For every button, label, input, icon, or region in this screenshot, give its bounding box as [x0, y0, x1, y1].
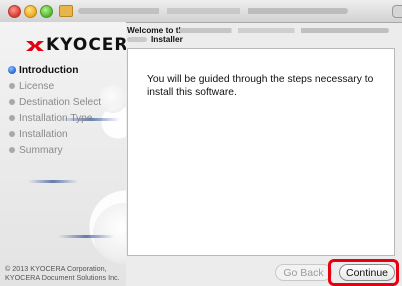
step-license: License — [9, 78, 101, 94]
step-label: Summary — [19, 144, 63, 156]
step-bullet-icon — [9, 99, 15, 105]
go-back-button[interactable]: Go Back — [275, 264, 332, 281]
package-icon — [59, 5, 73, 17]
kyocera-logo: KYOCERA — [26, 34, 126, 56]
product-name-redacted — [179, 28, 389, 33]
step-bullet-icon — [9, 131, 15, 137]
step-bullet-icon — [9, 115, 15, 121]
window-title-redacted — [78, 8, 348, 14]
step-destination-select: Destination Select — [9, 94, 101, 110]
decorative-streak — [28, 180, 78, 183]
step-active-icon — [8, 66, 16, 74]
title-bar — [0, 0, 402, 23]
header-title-line2: Installer — [151, 33, 183, 44]
step-bullet-icon — [9, 83, 15, 89]
intro-message: You will be guided through the steps nec… — [147, 74, 374, 98]
step-list: Introduction License Destination Select … — [8, 62, 101, 158]
installer-window: KYOCERA Introduction License Destination… — [0, 0, 402, 286]
step-label: Introduction — [19, 64, 79, 76]
content-panel: You will be guided through the steps nec… — [127, 48, 395, 256]
minimize-window-button[interactable] — [24, 5, 37, 18]
kyocera-logo-icon — [26, 41, 44, 51]
step-label: Destination Select — [19, 96, 102, 108]
step-introduction: Introduction — [8, 62, 101, 78]
step-summary: Summary — [9, 142, 101, 158]
step-label: License — [19, 80, 55, 92]
product-name-redacted — [127, 37, 147, 42]
step-installation-type: Installation Type — [9, 110, 101, 126]
close-window-button[interactable] — [8, 5, 21, 18]
continue-highlight-box — [328, 259, 399, 286]
decorative-lens — [99, 85, 126, 113]
zoom-window-button[interactable] — [40, 5, 53, 18]
copyright-notice: © 2013 KYOCERA Corporation, KYOCERA Docu… — [5, 264, 120, 282]
toolbar-toggle-button[interactable] — [392, 5, 402, 18]
sidebar: KYOCERA Introduction License Destination… — [0, 22, 126, 286]
decorative-lens — [93, 203, 126, 265]
step-bullet-icon — [9, 147, 15, 153]
copyright-line: KYOCERA Document Solutions Inc. — [5, 272, 120, 282]
logo-text: KYOCERA — [46, 35, 126, 55]
step-label: Installation Type — [19, 112, 93, 124]
step-label: Installation — [19, 128, 68, 140]
step-installation: Installation — [9, 126, 101, 142]
decorative-streak — [58, 235, 114, 238]
